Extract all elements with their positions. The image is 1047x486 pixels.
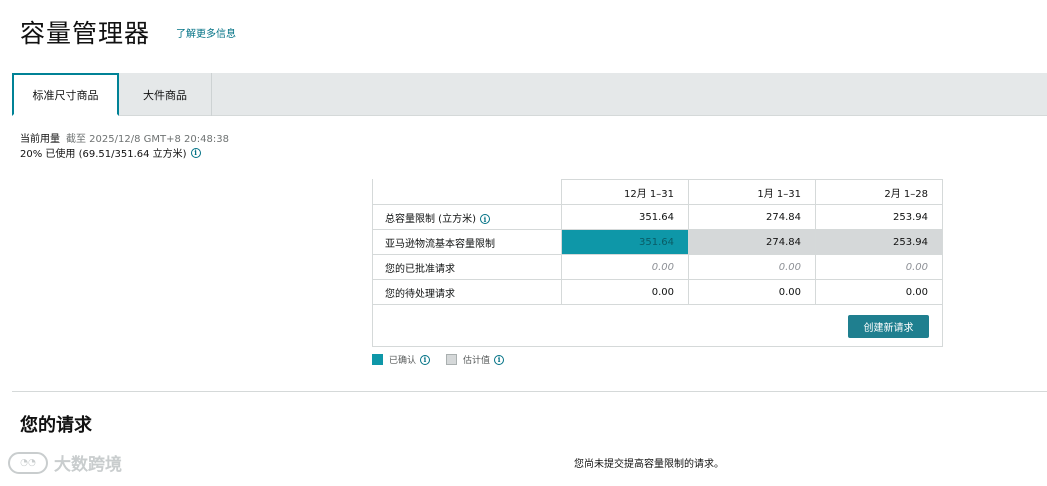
table-cell: 0.00 — [815, 254, 943, 280]
legend-label: 已确认 — [389, 356, 417, 366]
row-label: 总容量限制 (立方米) i — [372, 204, 562, 230]
row-label: 亚马逊物流基本容量限制 — [372, 229, 562, 255]
tab-standard-size[interactable]: 标准尺寸商品 — [12, 73, 119, 116]
usage-label: 当前用量 — [20, 134, 60, 145]
info-icon[interactable]: i — [494, 354, 505, 365]
watermark-text: 大数跨境 — [54, 455, 122, 475]
table-cell: 0.00 — [561, 254, 689, 280]
row-label: 您的待处理请求 — [372, 279, 562, 305]
info-icon[interactable]: i — [420, 354, 431, 365]
confirmed-swatch — [372, 354, 383, 365]
learn-more-link[interactable]: 了解更多信息 — [176, 25, 236, 40]
row-label-text: 总容量限制 (立方米) — [385, 213, 476, 225]
requests-title: 您的请求 — [20, 415, 92, 436]
info-icon[interactable]: i — [190, 147, 201, 158]
table-row-base-limit: 亚马逊物流基本容量限制 351.64 274.84 253.94 — [372, 229, 943, 255]
table-cell: 351.64 — [561, 204, 689, 230]
table-header-row: 12月 1–31 1月 1–31 2月 1–28 — [372, 179, 943, 205]
requests-empty-message: 您尚未提交提高容量限制的请求。 — [574, 459, 724, 470]
watermark-logo-icon: ◔◔ — [8, 451, 48, 474]
table-cell: 253.94 — [815, 204, 943, 230]
table-cell-estimated: 253.94 — [815, 229, 943, 255]
table-corner — [372, 179, 562, 205]
table-cell: 274.84 — [688, 204, 816, 230]
tab-oversize[interactable]: 大件商品 — [119, 73, 212, 116]
tab-bar: 标准尺寸商品 大件商品 — [12, 73, 1047, 116]
table-cell-estimated: 274.84 — [688, 229, 816, 255]
table-cell: 0.00 — [688, 254, 816, 280]
usage-header: 当前用量 截至 2025/12/8 GMT+8 20:48:38 — [20, 130, 229, 145]
create-request-button[interactable]: 创建新请求 — [848, 315, 929, 338]
usage-summary: 20% 已使用 (69.51/351.64 立方米) — [20, 149, 187, 160]
capacity-table: 12月 1–31 1月 1–31 2月 1–28 总容量限制 (立方米) i 35… — [372, 179, 943, 305]
section-divider — [12, 391, 1047, 392]
estimated-swatch — [446, 354, 458, 365]
column-header: 2月 1–28 — [815, 179, 943, 205]
row-label: 您的已批准请求 — [372, 254, 562, 280]
usage-summary-row: 20% 已使用 (69.51/351.64 立方米) i — [20, 145, 201, 160]
page-title: 容量管理器 — [20, 19, 151, 48]
legend-label: 估计值 — [463, 356, 491, 366]
usage-timestamp: 截至 2025/12/8 GMT+8 20:48:38 — [66, 134, 229, 145]
table-cell: 0.00 — [561, 279, 689, 305]
column-header: 12月 1–31 — [561, 179, 689, 205]
table-cell-confirmed: 351.64 — [561, 229, 689, 255]
table-row-total-limit: 总容量限制 (立方米) i 351.64 274.84 253.94 — [372, 204, 943, 230]
legend: 已确认 i 估计值 i — [372, 353, 520, 366]
column-header: 1月 1–31 — [688, 179, 816, 205]
legend-item-estimated: 估计值 i — [446, 353, 505, 366]
table-cell: 0.00 — [815, 279, 943, 305]
info-icon[interactable]: i — [479, 214, 490, 224]
table-row-approved: 您的已批准请求 0.00 0.00 0.00 — [372, 254, 943, 280]
table-row-pending: 您的待处理请求 0.00 0.00 0.00 — [372, 279, 943, 305]
table-cell: 0.00 — [688, 279, 816, 305]
legend-item-confirmed: 已确认 i — [372, 353, 431, 366]
watermark: ◔◔ 大数跨境 — [8, 450, 122, 475]
